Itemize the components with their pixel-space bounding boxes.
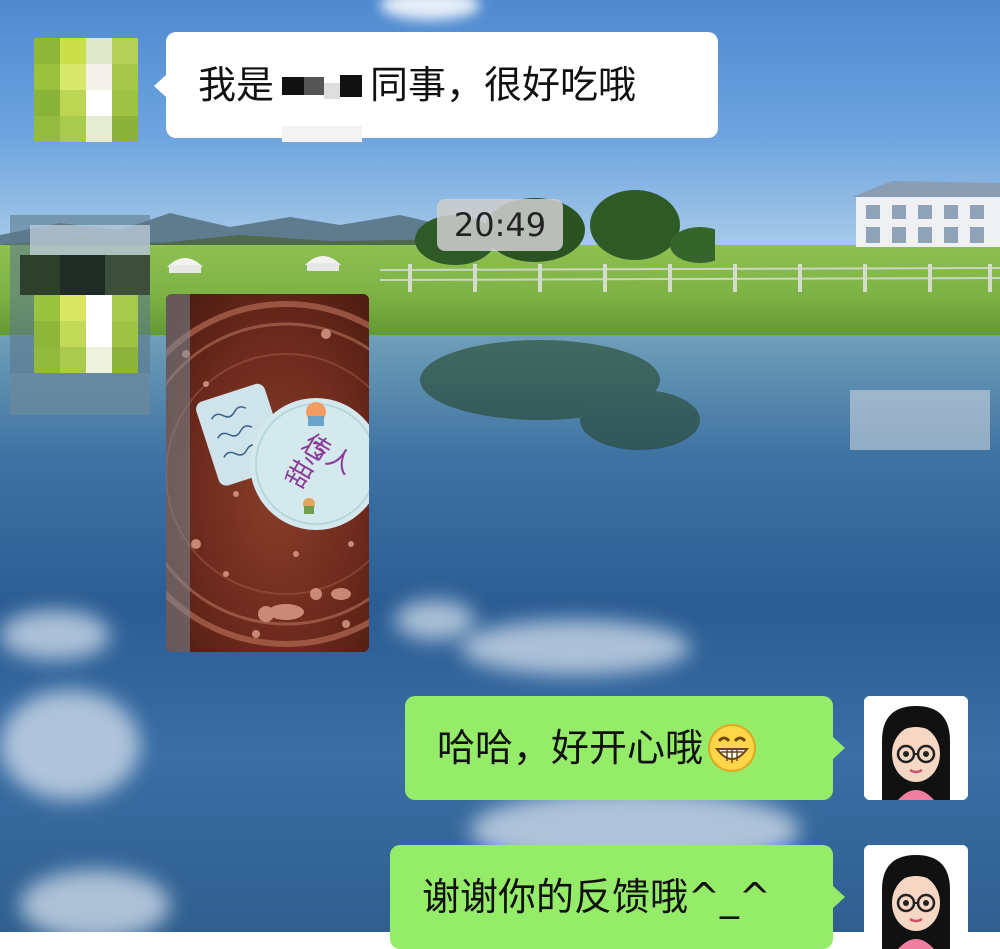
message-text-start: 我是 (198, 63, 275, 107)
girl-with-glasses-avatar-icon (864, 696, 968, 800)
outgoing-message-bubble[interactable]: 谢谢你的反馈哦^_^ (390, 845, 833, 949)
message-text: 谢谢你的反馈哦^_^ (422, 875, 771, 919)
background-yurts (167, 256, 341, 273)
bubble-tail (833, 737, 845, 759)
pixelated-avatar-icon (34, 38, 138, 142)
chat-timestamp: 20:49 (437, 199, 563, 251)
food-container-photo: 甜心 传人 (166, 294, 369, 652)
background-fence (380, 264, 1000, 292)
background-reflection (420, 340, 990, 450)
my-avatar[interactable] (864, 845, 968, 949)
redaction-patch (282, 126, 362, 142)
redacted-name (274, 65, 370, 105)
pixelated-avatar-icon (10, 215, 150, 415)
message-text-end: 同事，很好吃哦 (370, 63, 637, 107)
my-avatar[interactable] (864, 696, 968, 800)
message-text: 哈哈，好开心哦 (437, 726, 704, 770)
redaction-patch (282, 32, 372, 44)
water-cloud (0, 610, 110, 660)
bubble-tail (833, 886, 845, 908)
bubble-tail (154, 75, 166, 97)
incoming-message-bubble[interactable]: 我是 同事，很好吃哦 (166, 32, 718, 138)
outgoing-message-bubble[interactable]: 哈哈，好开心哦 (405, 696, 833, 800)
contact-avatar[interactable] (34, 38, 138, 142)
girl-with-glasses-avatar-icon (864, 845, 968, 949)
water-cloud (0, 690, 140, 800)
water-cloud (395, 600, 475, 640)
water-cloud (460, 620, 690, 675)
water-cloud (20, 870, 170, 932)
contact-avatar-blurred[interactable] (10, 215, 150, 415)
grinning-face-icon (708, 724, 757, 772)
shared-photo[interactable]: 甜心 传人 (166, 294, 369, 652)
background-house (852, 181, 1000, 247)
